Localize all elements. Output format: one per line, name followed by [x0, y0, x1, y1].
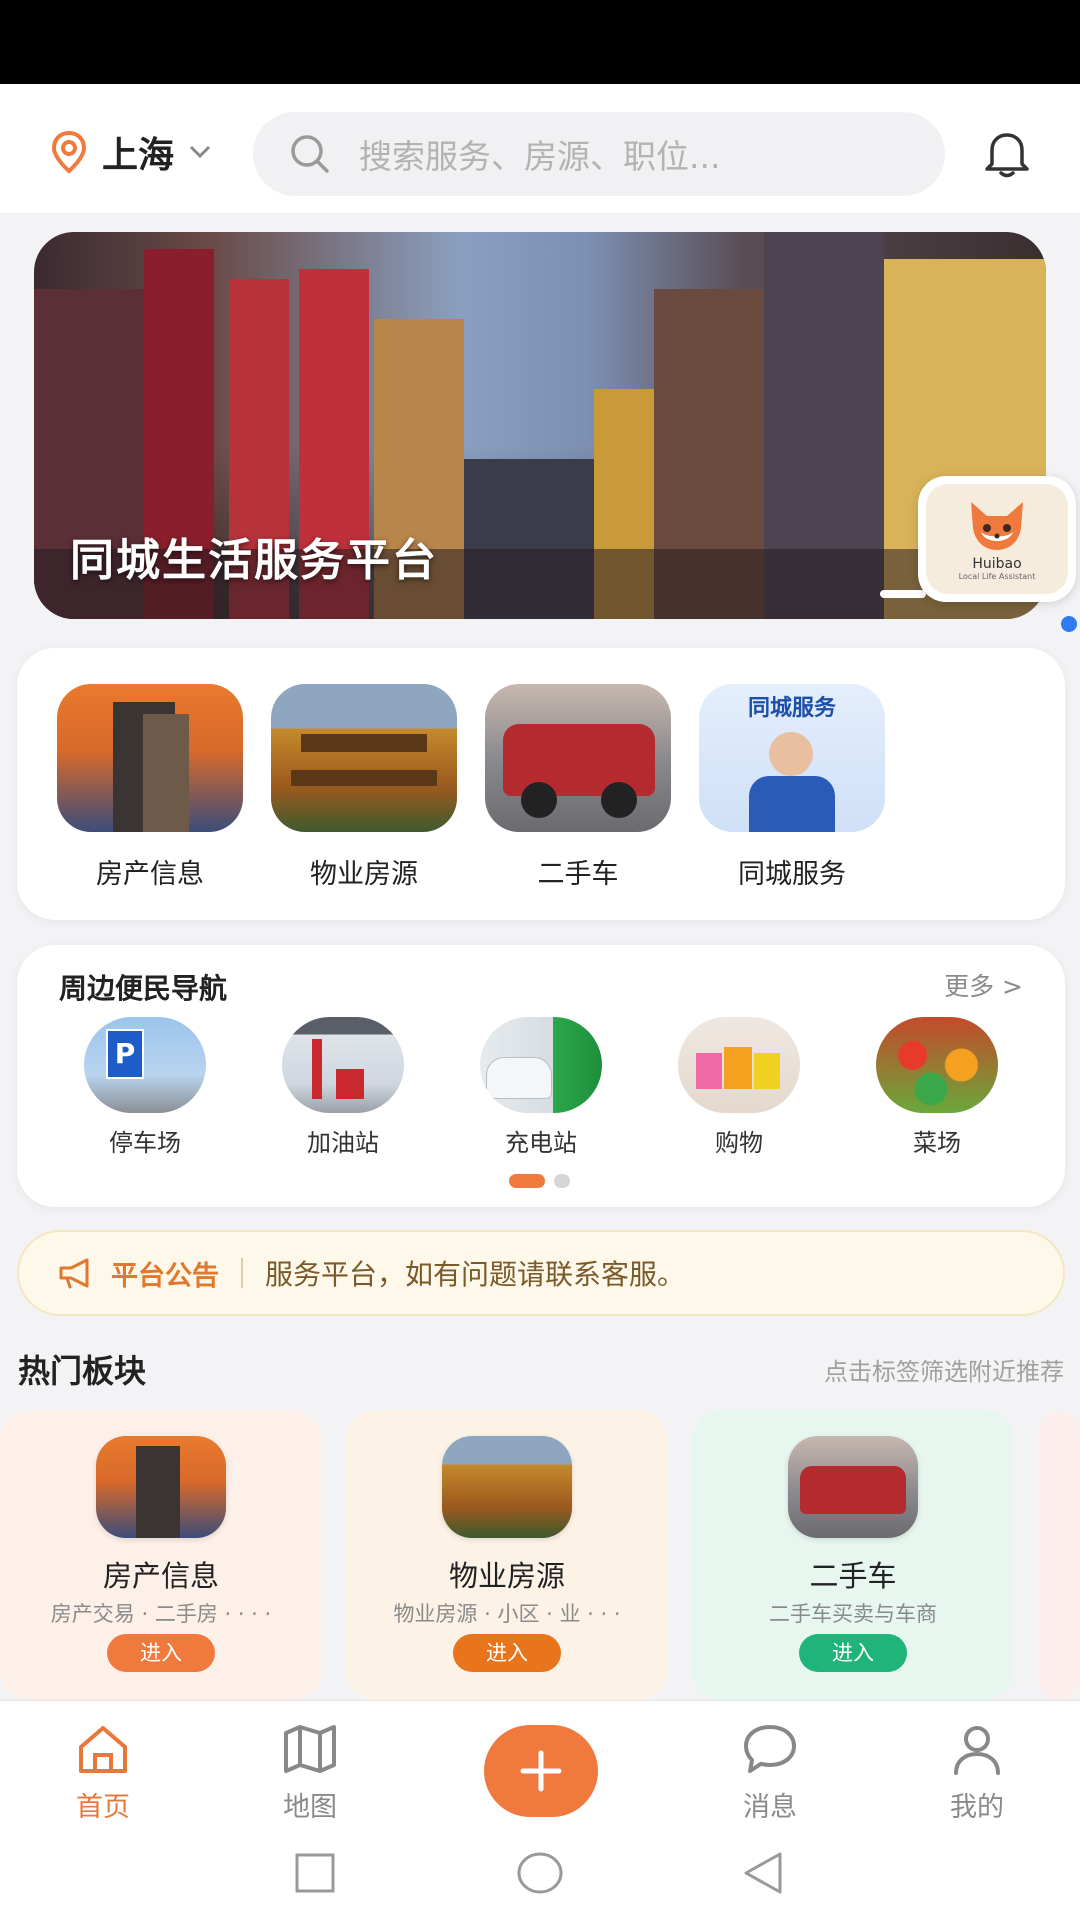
category-label: 同城服务: [738, 859, 846, 890]
charging-station-photo-icon: [480, 1017, 602, 1113]
location-pin-icon: [51, 130, 87, 174]
category-real-estate[interactable]: 房产信息: [57, 684, 243, 891]
message-icon: [744, 1725, 796, 1773]
hot-section-title: 热门板块: [18, 1352, 147, 1390]
promo-banner[interactable]: 同城生活服务平台: [34, 232, 1046, 619]
nearby-more-link[interactable]: 更多 >: [944, 967, 1023, 1003]
map-icon: [284, 1725, 336, 1773]
pager-dot-active: [509, 1174, 545, 1188]
fox-mascot-icon: [971, 501, 1023, 550]
nearby-navigation-card: 周边便民导航 更多 > P 停车场 加油站 充电站 购物 菜场: [17, 945, 1065, 1207]
vegetables-photo-icon: [876, 1017, 998, 1113]
building-photo-icon: [57, 684, 243, 832]
mascot-name: Huibao: [972, 555, 1022, 572]
nearby-item-gas-station[interactable]: 加油站: [281, 1017, 405, 1158]
hot-card-name: 物业房源: [448, 1559, 565, 1593]
tab-map[interactable]: 地图: [250, 1721, 370, 1824]
hot-card-real-estate[interactable]: 房产信息 房产交易 · 二手房 · · · · 进入: [0, 1410, 322, 1700]
tab-profile[interactable]: 我的: [917, 1721, 1037, 1824]
tab-home[interactable]: 首页: [43, 1721, 163, 1824]
tab-label: 首页: [76, 1792, 130, 1823]
hot-card-desc: 物业房源 · 小区 · 业 · · ·: [393, 1602, 621, 1626]
back-triangle-icon[interactable]: [740, 1850, 786, 1896]
pager-dot: [554, 1174, 570, 1188]
chevron-down-icon: [189, 145, 211, 159]
category-label: 物业房源: [310, 859, 418, 890]
home-icon: [79, 1726, 127, 1773]
nearby-item-market[interactable]: 菜场: [875, 1017, 999, 1158]
nearby-title: 周边便民导航: [59, 972, 228, 1005]
floating-indicator: [1061, 616, 1077, 632]
hot-section-hint: 点击标签筛选附近推荐: [824, 1358, 1064, 1386]
temple-photo-icon: [442, 1436, 572, 1538]
notice-tag: 平台公告: [111, 1260, 219, 1292]
home-circle-icon[interactable]: [516, 1850, 564, 1896]
category-property[interactable]: 物业房源: [271, 684, 457, 891]
category-city-service[interactable]: 同城服务 同城服务: [699, 684, 885, 891]
publish-plus-button[interactable]: [484, 1725, 598, 1817]
platform-notice-bar[interactable]: 平台公告 服务平台，如有问题请联系客服。: [17, 1230, 1065, 1316]
system-navigation-bar: [0, 1830, 1080, 1920]
nearby-item-parking[interactable]: P 停车场: [83, 1017, 207, 1158]
nearby-label: 充电站: [505, 1129, 577, 1157]
hot-card-partial[interactable]: [1038, 1410, 1080, 1700]
bell-icon[interactable]: [980, 128, 1034, 180]
enter-button[interactable]: 进入: [799, 1634, 907, 1672]
city-name: 上海: [102, 135, 175, 176]
search-input[interactable]: 搜索服务、房源、职位...: [253, 112, 945, 196]
main-category-card: 房产信息 物业房源 二手车 同城服务 同城服务: [17, 648, 1065, 920]
enter-button[interactable]: 进入: [453, 1634, 561, 1672]
hot-card-property[interactable]: 物业房源 物业房源 · 小区 · 业 · · · 进入: [346, 1410, 668, 1700]
mascot-card: Huibao Local Life Assistant: [926, 484, 1068, 594]
notice-divider: [241, 1258, 243, 1288]
search-icon: [291, 135, 329, 173]
nearby-item-charging-station[interactable]: 充电站: [479, 1017, 603, 1158]
shopping-photo-icon: [678, 1017, 800, 1113]
parking-photo-icon: P: [84, 1017, 206, 1113]
hot-card-name: 二手车: [809, 1559, 897, 1593]
tab-messages[interactable]: 消息: [710, 1721, 830, 1824]
suv-photo-icon: [788, 1436, 918, 1538]
banner-title: 同城生活服务平台: [70, 535, 438, 586]
hot-card-used-car[interactable]: 二手车 二手车买卖与车商 进入: [692, 1410, 1014, 1700]
service-overlay-title: 同城服务: [747, 696, 836, 721]
hot-card-desc: 二手车买卖与车商: [769, 1602, 937, 1626]
building-photo-icon: [96, 1436, 226, 1538]
status-bar: [0, 0, 1080, 84]
gas-station-photo-icon: [282, 1017, 404, 1113]
suv-photo-icon: [485, 684, 671, 832]
nearby-label: 菜场: [913, 1129, 961, 1157]
hot-card-desc: 房产交易 · 二手房 · · · ·: [50, 1602, 272, 1626]
category-label: 房产信息: [96, 859, 204, 890]
nearby-label: 加油站: [307, 1129, 379, 1157]
tab-label: 地图: [283, 1792, 337, 1823]
tab-label: 消息: [743, 1792, 797, 1823]
enter-button[interactable]: 进入: [107, 1634, 215, 1672]
mascot-subtitle: Local Life Assistant: [958, 571, 1036, 581]
recents-square-icon[interactable]: [294, 1852, 336, 1894]
city-selector[interactable]: 上海: [50, 128, 212, 176]
notice-text: 服务平台，如有问题请联系客服。: [265, 1258, 686, 1291]
nearby-label: 停车场: [109, 1129, 181, 1157]
temple-photo-icon: [271, 684, 457, 832]
bottom-tab-bar: 首页 地图 消息 我的: [0, 1700, 1080, 1830]
assistant-mascot-button[interactable]: Huibao Local Life Assistant: [918, 476, 1076, 602]
tab-label: 我的: [950, 1792, 1004, 1823]
hot-card-name: 房产信息: [102, 1559, 219, 1593]
plus-icon: [520, 1750, 562, 1792]
search-placeholder: 搜索服务、房源、职位...: [359, 137, 721, 176]
megaphone-icon: [59, 1258, 89, 1289]
nearby-label: 购物: [715, 1129, 763, 1157]
nearby-item-shopping[interactable]: 购物: [677, 1017, 801, 1158]
user-icon: [954, 1726, 1000, 1775]
top-header: 上海 搜索服务、房源、职位...: [0, 84, 1080, 214]
service-worker-photo-icon: 同城服务: [699, 684, 885, 832]
category-label: 二手车: [537, 859, 619, 890]
banner-indicator: [880, 590, 926, 598]
category-used-car[interactable]: 二手车: [485, 684, 671, 891]
